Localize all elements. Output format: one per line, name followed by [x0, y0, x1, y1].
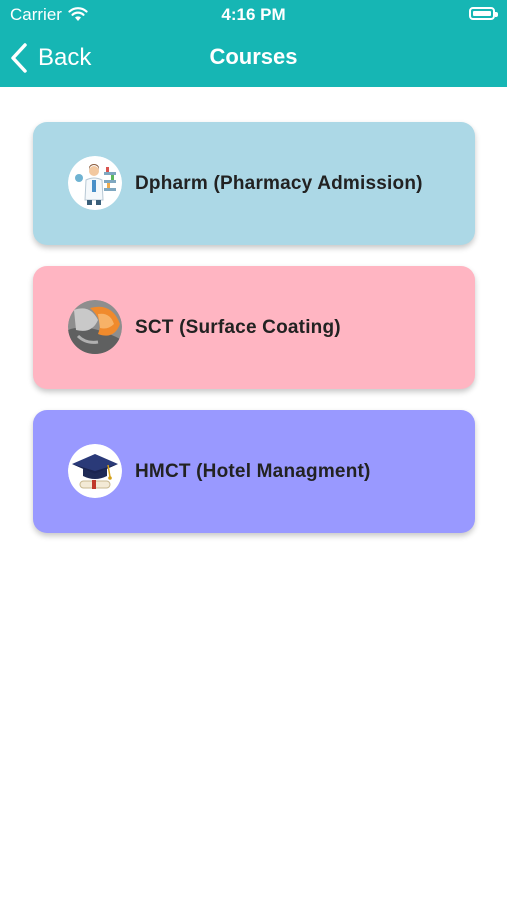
battery-icon	[469, 7, 498, 20]
clock: 4:16 PM	[221, 5, 286, 24]
pharmacist-icon	[68, 156, 122, 210]
header-bar: Carrier 4:16 PM Back Courses	[0, 0, 507, 87]
course-card-hmct[interactable]: HMCT (Hotel Managment)	[33, 410, 475, 533]
course-card-dpharm[interactable]: Dpharm (Pharmacy Admission)	[33, 122, 475, 245]
surface-coating-icon	[68, 300, 122, 354]
graduation-cap-icon	[68, 444, 122, 498]
status-bar: Carrier 4:16 PM	[0, 0, 507, 30]
course-card-sct[interactable]: SCT (Surface Coating)	[33, 266, 475, 389]
navigation-bar: Back Courses	[0, 30, 507, 87]
course-label: HMCT (Hotel Managment)	[135, 461, 371, 482]
course-label: SCT (Surface Coating)	[135, 317, 341, 338]
page-title: Courses	[209, 44, 298, 69]
course-label: Dpharm (Pharmacy Admission)	[135, 173, 423, 194]
